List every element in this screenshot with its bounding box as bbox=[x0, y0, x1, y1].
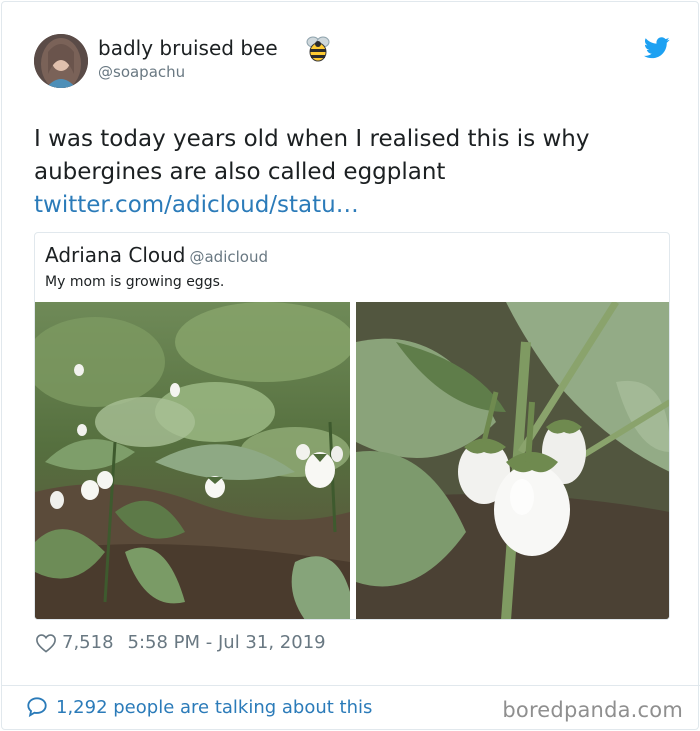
eggplant-closeup-photo[interactable] bbox=[356, 302, 669, 619]
quoted-tweet[interactable]: Adriana Cloud @adicloud My mom is growing… bbox=[34, 232, 670, 620]
quoted-handle: @adicloud bbox=[189, 248, 268, 266]
quoted-author[interactable]: Adriana Cloud @adicloud bbox=[45, 243, 268, 267]
garden-photo[interactable] bbox=[35, 302, 350, 619]
conversation-link[interactable]: 1,292 people are talking about this bbox=[26, 696, 372, 718]
avatar[interactable] bbox=[34, 34, 88, 88]
like-count[interactable]: 7,518 bbox=[62, 632, 114, 653]
quoted-tweet-link[interactable]: twitter.com/adicloud/statu… bbox=[34, 189, 654, 222]
tweet-meta: 7,518 5:58 PM - Jul 31, 2019 bbox=[35, 632, 326, 653]
quoted-text: My mom is growing eggs. bbox=[45, 274, 225, 290]
author-display-name[interactable]: badly bruised bee bbox=[98, 36, 278, 60]
tweet-card: badly bruised bee @soapachu I was today … bbox=[1, 1, 700, 730]
conversation-label: 1,292 people are talking about this bbox=[56, 696, 373, 718]
speech-bubble-icon bbox=[27, 697, 47, 718]
quoted-display-name: Adriana Cloud bbox=[45, 243, 186, 267]
twitter-bird-icon[interactable] bbox=[644, 37, 670, 59]
author-handle[interactable]: @soapachu bbox=[98, 63, 185, 81]
bee-icon bbox=[306, 36, 330, 62]
divider bbox=[2, 685, 700, 686]
tweet-text: I was today years old when I realised th… bbox=[34, 123, 654, 222]
heart-icon[interactable] bbox=[35, 633, 57, 653]
watermark: boredpanda.com bbox=[502, 698, 683, 722]
tweet-body: I was today years old when I realised th… bbox=[34, 126, 590, 185]
tweet-timestamp[interactable]: 5:58 PM - Jul 31, 2019 bbox=[128, 632, 326, 653]
